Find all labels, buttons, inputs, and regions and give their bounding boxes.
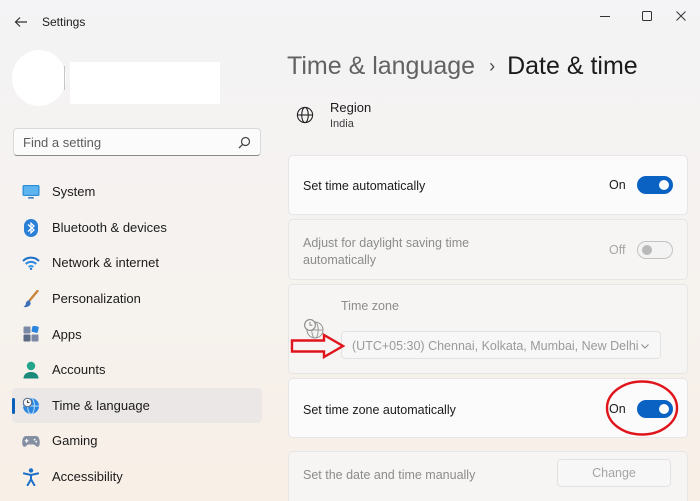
daylight-saving-card: Adjust for daylight saving time automati… — [288, 219, 688, 280]
sidebar-item-time-language[interactable]: Time & language — [12, 387, 262, 424]
sidebar-item-apps[interactable]: Apps — [12, 316, 262, 352]
search-input[interactable] — [14, 134, 224, 150]
set-time-automatically-card: Set time automatically On — [288, 155, 688, 215]
bluetooth-icon — [22, 218, 40, 237]
sidebar-item-label: Time & language — [52, 397, 150, 413]
brush-icon — [22, 289, 40, 308]
wifi-icon — [22, 254, 40, 272]
globe-clock-icon — [22, 397, 40, 415]
sidebar-item-label: Bluetooth & devices — [52, 219, 167, 235]
sidebar-nav: System Bluetooth & devices Network & int… — [12, 174, 262, 494]
daylight-saving-label-line2: automatically — [303, 253, 376, 267]
daylight-saving-toggle[interactable] — [637, 241, 673, 259]
sidebar-item-bluetooth-devices[interactable]: Bluetooth & devices — [12, 210, 262, 246]
set-date-time-manually-label: Set the date and time manually — [303, 468, 476, 482]
monitor-icon — [22, 183, 40, 201]
region-title: Region — [330, 100, 372, 115]
sidebar-item-system[interactable]: System — [12, 174, 262, 210]
sidebar-item-gaming[interactable]: Gaming — [12, 423, 262, 459]
apps-icon — [22, 325, 40, 343]
sidebar-item-accounts[interactable]: Accounts — [12, 352, 262, 388]
sidebar-item-network-internet[interactable]: Network & internet — [12, 245, 262, 281]
time-zone-dropdown[interactable]: (UTC+05:30) Chennai, Kolkata, Mumbai, Ne… — [341, 331, 661, 359]
daylight-saving-label-line1: Adjust for daylight saving time — [303, 236, 470, 250]
accessibility-icon — [22, 467, 40, 486]
back-button[interactable] — [10, 12, 32, 32]
minimize-icon — [600, 16, 610, 17]
annotation-circle-icon — [605, 380, 679, 436]
sidebar-item-personalization[interactable]: Personalization — [12, 281, 262, 317]
daylight-saving-label: Adjust for daylight saving time automati… — [303, 235, 469, 269]
avatar[interactable] — [12, 50, 66, 106]
region-value: India — [330, 118, 354, 130]
change-button[interactable]: Change — [557, 459, 671, 487]
title-bar: Settings — [0, 0, 700, 44]
annotation-arrow-icon — [290, 333, 346, 359]
avatar-divider — [64, 66, 65, 90]
breadcrumb-parent[interactable]: Time & language — [287, 52, 475, 81]
minimize-button[interactable] — [588, 6, 622, 26]
sidebar-item-label: Apps — [52, 326, 82, 342]
set-time-zone-automatically-label: Set time zone automatically — [303, 403, 456, 417]
sidebar-item-accessibility[interactable]: Accessibility — [12, 459, 262, 495]
maximize-button[interactable] — [630, 6, 664, 26]
arrow-left-icon — [14, 17, 27, 27]
set-time-automatically-label: Set time automatically — [303, 179, 426, 193]
maximize-icon — [642, 11, 652, 21]
sidebar-item-label: Accounts — [52, 362, 106, 378]
breadcrumb-separator: › — [489, 56, 496, 76]
chevron-down-icon — [641, 344, 649, 349]
app-title: Settings — [42, 15, 86, 29]
page-title: Date & time — [507, 52, 638, 80]
sidebar-item-label: Personalization — [52, 291, 141, 307]
time-zone-card: Time zone (UTC+05:30) Chennai, Kolkata, … — [288, 284, 688, 374]
search-box[interactable] — [13, 128, 261, 156]
set-date-time-manually-card: Set the date and time manually Change — [288, 451, 688, 501]
time-zone-selected-value: (UTC+05:30) Chennai, Kolkata, Mumbai, Ne… — [352, 339, 639, 353]
sidebar-item-label: System — [52, 184, 96, 200]
region-info: Region India — [296, 99, 676, 135]
profile-name-redacted — [70, 62, 220, 104]
sidebar-item-label: Gaming — [52, 433, 98, 449]
close-icon — [676, 11, 686, 21]
breadcrumb: Time & language › Date & time — [287, 52, 638, 81]
set-time-automatically-state: On — [609, 178, 626, 192]
sidebar-item-label: Network & internet — [52, 255, 159, 271]
close-button[interactable] — [664, 6, 698, 26]
settings-window: Settings System Bluetooth & devices — [0, 0, 700, 501]
sidebar-item-label: Accessibility — [52, 469, 123, 485]
set-time-automatically-toggle[interactable] — [637, 176, 673, 194]
search-icon[interactable] — [238, 136, 251, 149]
daylight-saving-state: Off — [609, 243, 626, 257]
globe-icon — [296, 106, 314, 124]
person-icon — [22, 361, 40, 379]
gamepad-icon — [22, 432, 40, 450]
time-zone-label: Time zone — [341, 299, 399, 313]
